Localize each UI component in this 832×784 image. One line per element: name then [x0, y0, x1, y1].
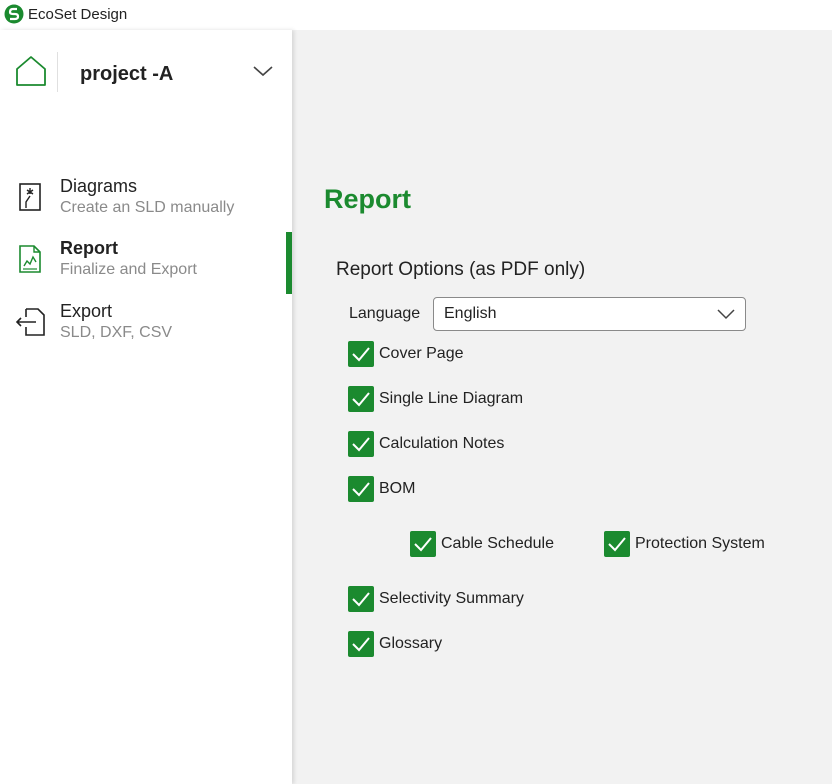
single-line-diagram-label: Single Line Diagram	[379, 390, 524, 407]
sidebar-item-title: Report	[60, 238, 118, 258]
single-line-diagram-checkbox[interactable]	[348, 386, 374, 412]
project-name: project -A	[80, 63, 174, 85]
selectivity-summary-label: Selectivity Summary	[379, 590, 524, 607]
bom-checkbox[interactable]	[348, 476, 374, 502]
language-value: English	[444, 305, 497, 322]
protection-system-checkbox[interactable]	[604, 531, 630, 557]
sidebar-item-subtitle: Create an SLD manually	[60, 199, 235, 216]
glossary-label: Glossary	[379, 635, 443, 652]
project-selector[interactable]: project -A	[0, 30, 292, 118]
sidebar-item-subtitle: Finalize and Export	[60, 261, 197, 278]
sidebar: project -A Diagrams Create an SLD manual…	[0, 30, 292, 784]
sidebar-item-title: Export	[60, 301, 113, 321]
checkmark-icon	[414, 537, 432, 552]
checkmark-icon	[352, 437, 370, 452]
report-icon	[19, 245, 41, 273]
cable-schedule-label: Cable Schedule	[441, 535, 554, 552]
glossary-checkbox[interactable]	[348, 631, 374, 657]
checkmark-icon	[608, 537, 626, 552]
sidebar-item-report[interactable]: Report Finalize and Export	[0, 232, 292, 294]
cover-page-label: Cover Page	[379, 345, 464, 362]
cable-schedule-checkbox[interactable]	[410, 531, 436, 557]
ecoset-logo-icon	[4, 4, 24, 24]
export-icon	[15, 308, 45, 336]
sidebar-item-subtitle: SLD, DXF, CSV	[60, 324, 173, 341]
section-title: Report Options (as PDF only)	[336, 259, 586, 280]
language-label: Language	[349, 305, 421, 322]
checkmark-icon	[352, 347, 370, 362]
checkmark-icon	[352, 392, 370, 407]
app-title: EcoSet Design	[28, 6, 128, 23]
bom-label: BOM	[379, 480, 416, 497]
diagram-icon	[19, 183, 41, 211]
title-bar: EcoSet Design	[0, 0, 832, 30]
chevron-down-icon	[717, 309, 735, 320]
chevron-down-icon[interactable]	[252, 64, 274, 78]
language-select[interactable]: English	[433, 297, 746, 331]
page-title: Report	[324, 184, 411, 214]
project-divider	[57, 52, 58, 92]
checkmark-icon	[352, 637, 370, 652]
main-content: Report Report Options (as PDF only) Lang…	[292, 30, 832, 784]
cover-page-checkbox[interactable]	[348, 341, 374, 367]
sidebar-item-title: Diagrams	[60, 176, 138, 196]
calculation-notes-checkbox[interactable]	[348, 431, 374, 457]
sidebar-item-diagrams[interactable]: Diagrams Create an SLD manually	[0, 170, 292, 232]
checkmark-icon	[352, 592, 370, 607]
home-icon	[16, 56, 46, 86]
calculation-notes-label: Calculation Notes	[379, 435, 505, 452]
checkmark-icon	[352, 482, 370, 497]
sidebar-item-export[interactable]: Export SLD, DXF, CSV	[0, 295, 292, 357]
protection-system-label: Protection System	[635, 535, 765, 552]
selectivity-summary-checkbox[interactable]	[348, 586, 374, 612]
